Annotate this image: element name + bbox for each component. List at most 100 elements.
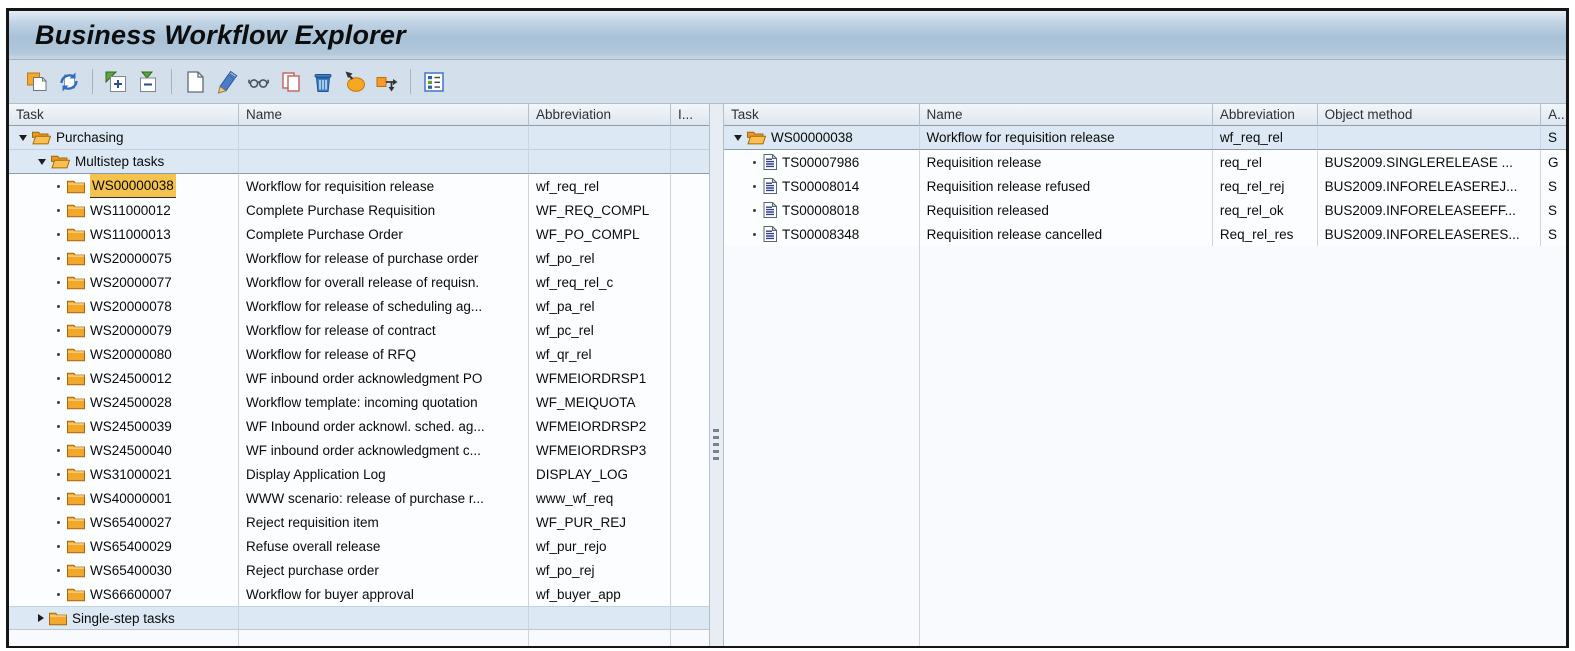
node-label[interactable]: WS11000012 — [90, 199, 171, 222]
node-label[interactable]: WS20000078 — [90, 295, 172, 318]
column-header-i[interactable]: I... — [671, 104, 709, 126]
cell-abbreviation: wf_po_rej — [529, 558, 671, 582]
column-header-task[interactable]: Task — [9, 104, 239, 126]
bullet-icon — [753, 233, 756, 236]
node-label[interactable]: WS65400029 — [90, 535, 172, 558]
node-label[interactable]: WS20000079 — [90, 319, 172, 342]
node-label[interactable]: WS65400030 — [90, 559, 172, 582]
tree-row[interactable]: WS24500012WF inbound order acknowledgmen… — [9, 366, 709, 390]
tree-row[interactable]: TS00008018Requisition releasedreq_rel_ok… — [724, 198, 1566, 222]
display-icon[interactable] — [246, 69, 272, 95]
column-header-row: TaskNameAbbreviationObject methodA.. — [724, 104, 1566, 126]
node-label[interactable]: TS00008014 — [782, 175, 859, 198]
column-header-a[interactable]: A.. — [1541, 104, 1566, 126]
cell-i — [671, 462, 709, 486]
column-header-abbreviation[interactable]: Abbreviation — [529, 104, 671, 126]
node-label[interactable]: TS00008348 — [782, 223, 859, 246]
column-header-abbreviation[interactable]: Abbreviation — [1213, 104, 1318, 126]
toolbar-separator — [92, 69, 93, 94]
tree-row[interactable]: WS24500039WF Inbound order acknowl. sche… — [9, 414, 709, 438]
cell-name: Workflow for release of purchase order — [239, 246, 529, 270]
delete-icon[interactable] — [310, 69, 336, 95]
paste-icon[interactable] — [24, 69, 50, 95]
tree-row[interactable]: WS65400027Reject requisition itemWF_PUR_… — [9, 510, 709, 534]
cell-i — [671, 318, 709, 342]
tree-row[interactable]: TS00008014Requisition release refusedreq… — [724, 174, 1566, 198]
tree-row[interactable]: WS24500040WF inbound order acknowledgmen… — [9, 438, 709, 462]
node-label[interactable]: WS65400027 — [90, 511, 172, 534]
node-label[interactable]: WS00000038 — [771, 126, 853, 149]
move-icon[interactable] — [342, 69, 368, 95]
legend-icon[interactable] — [421, 69, 447, 95]
tree-row[interactable]: WS24500028Workflow template: incoming qu… — [9, 390, 709, 414]
tree-row[interactable]: WS20000078Workflow for release of schedu… — [9, 294, 709, 318]
node-label[interactable]: WS24500012 — [90, 367, 172, 390]
node-label[interactable]: WS24500028 — [90, 391, 172, 414]
collapse-all-icon[interactable] — [135, 69, 161, 95]
cell-i — [671, 510, 709, 534]
expand-arrow-icon[interactable] — [734, 135, 742, 141]
tree-row[interactable]: WS65400030 Reject purchase orderwf_po_rej — [9, 558, 709, 582]
cell-name: Workflow for buyer approval — [239, 582, 529, 606]
expand-all-icon[interactable] — [103, 69, 129, 95]
tree-row[interactable]: WS00000038Workflow for requisition relea… — [9, 174, 709, 198]
node-label[interactable]: WS20000075 — [90, 247, 172, 270]
node-label[interactable]: WS20000080 — [90, 343, 172, 366]
folder-icon — [67, 323, 85, 338]
bullet-icon — [57, 353, 60, 356]
expand-arrow-icon[interactable] — [19, 135, 27, 141]
node-label[interactable]: WS40000001 — [90, 487, 172, 510]
cell-name — [239, 126, 529, 150]
cell-name: WWW scenario: release of purchase r... — [239, 486, 529, 510]
tree-row[interactable]: WS20000075 Workflow for release of purcha… — [9, 246, 709, 270]
tree-row[interactable]: WS20000080Workflow for release of RFQwf_… — [9, 342, 709, 366]
tree-row[interactable]: WS40000001 WWW scenario: release of purch… — [9, 486, 709, 510]
bullet-icon — [57, 545, 60, 548]
node-label[interactable]: WS24500040 — [90, 439, 172, 462]
node-label[interactable]: WS20000077 — [90, 271, 172, 294]
column-header-name[interactable]: Name — [920, 104, 1213, 126]
node-label[interactable]: TS00008018 — [782, 199, 859, 222]
column-header-task[interactable]: Task — [724, 104, 920, 126]
tree-row[interactable]: WS31000021Display Application LogDISPLAY… — [9, 462, 709, 486]
copy-icon[interactable] — [278, 69, 304, 95]
cell-name: Reject purchase order — [239, 558, 529, 582]
panel-splitter[interactable] — [709, 104, 724, 646]
folder-icon — [67, 227, 85, 242]
selected-node-label[interactable]: WS00000038 — [90, 174, 176, 198]
tree-row[interactable]: WS66600007Workflow for buyer approvalwf_… — [9, 582, 709, 606]
cell-i — [671, 270, 709, 294]
tree-row[interactable]: TS00007986Requisition releasereq_relBUS2… — [724, 150, 1566, 174]
bullet-icon — [57, 209, 60, 212]
node-label[interactable]: WS11000013 — [90, 223, 171, 246]
tree-row[interactable]: Purchasing — [9, 126, 709, 150]
tree-row[interactable]: WS11000012Complete Purchase RequisitionW… — [9, 198, 709, 222]
create-icon[interactable] — [182, 69, 208, 95]
node-label[interactable]: WS24500039 — [90, 415, 172, 438]
tree-row[interactable]: WS20000079Workflow for release of contra… — [9, 318, 709, 342]
column-header-object-method[interactable]: Object method — [1318, 104, 1541, 126]
refresh-icon[interactable] — [56, 69, 82, 95]
tree-row[interactable]: Single-step tasks — [9, 606, 709, 630]
folder-icon — [67, 179, 85, 194]
tree-row[interactable]: WS00000038Workflow for requisition relea… — [724, 126, 1566, 150]
tree-row[interactable]: Multistep tasks — [9, 150, 709, 174]
tree-row[interactable]: TS00008348Requisition release cancelledR… — [724, 222, 1566, 246]
node-label[interactable]: WS66600007 — [90, 583, 172, 606]
edit-icon[interactable] — [214, 69, 240, 95]
collapse-arrow-icon[interactable] — [38, 614, 44, 622]
tree-row[interactable]: WS11000013Complete Purchase OrderWF_PO_C… — [9, 222, 709, 246]
expand-arrow-icon[interactable] — [38, 159, 46, 165]
node-label[interactable]: WS31000021 — [90, 463, 172, 486]
bullet-icon — [57, 521, 60, 524]
forward-icon[interactable] — [374, 69, 400, 95]
node-label[interactable]: Multistep tasks — [75, 150, 164, 173]
cell-name: Requisition released — [920, 198, 1213, 222]
node-label[interactable]: Single-step tasks — [72, 607, 175, 630]
cell-abbreviation: WFMEIORDRSP2 — [529, 414, 671, 438]
node-label[interactable]: TS00007986 — [782, 151, 859, 174]
column-header-name[interactable]: Name — [239, 104, 529, 126]
node-label[interactable]: Purchasing — [56, 126, 124, 149]
tree-row[interactable]: WS20000077Workflow for overall release o… — [9, 270, 709, 294]
tree-row[interactable]: WS65400029Refuse overall releasewf_pur_r… — [9, 534, 709, 558]
